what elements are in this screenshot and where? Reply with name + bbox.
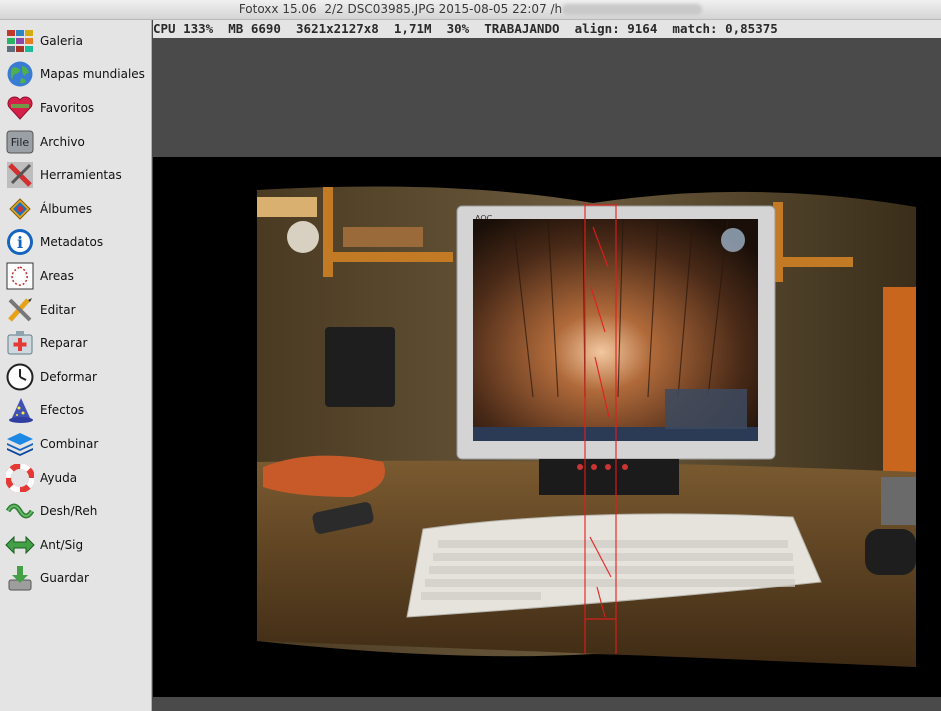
menu-label: Deformar	[40, 369, 97, 384]
svg-text:File: File	[11, 136, 30, 149]
bottom-strip	[153, 697, 941, 711]
albums-icon	[5, 195, 35, 223]
menu-label: Reparar	[40, 336, 88, 351]
status-bar: CPU 133% MB 6690 3621x2127x8 1,71M 30% T…	[153, 20, 941, 38]
menu-item-areas[interactable]: Areas	[0, 259, 151, 293]
file-icon: File	[5, 128, 35, 156]
blurred-path	[562, 4, 703, 15]
menu-item-desh-reh[interactable]: Desh/Reh	[0, 494, 151, 528]
window-title-file: 2/2 DSC03985.JPG 2015-08-05 22:07 /h	[324, 2, 563, 16]
lifebuoy-icon	[5, 463, 35, 492]
menu-item-galeria[interactable]: Galeria	[0, 24, 151, 58]
menu-label: Areas	[40, 268, 74, 283]
menu-label: Editar	[40, 302, 76, 317]
heart-icon	[5, 94, 35, 122]
sidebar-menu: Galeria Mapas mundiales Favoritos File A…	[0, 20, 152, 711]
status-dimensions: 3621x2127x8	[296, 21, 379, 36]
menu-label: Galeria	[40, 33, 83, 48]
status-mb: MB 6690	[228, 21, 281, 36]
menu-item-ant-sig[interactable]: Ant/Sig	[0, 528, 151, 562]
svg-text:i: i	[17, 233, 23, 252]
menu-label: Ayuda	[40, 470, 78, 485]
globe-icon	[5, 60, 35, 88]
menu-label: Combinar	[40, 436, 99, 451]
status-zoom: 30%	[446, 21, 470, 36]
menu-item-combinar[interactable]: Combinar	[0, 427, 151, 461]
menu-item-mapas[interactable]: Mapas mundiales	[0, 58, 151, 92]
layers-icon	[5, 430, 35, 458]
area-select-icon	[5, 262, 35, 290]
menu-item-reparar[interactable]: Reparar	[0, 326, 151, 360]
wizard-hat-icon	[5, 396, 35, 424]
menu-label: Herramientas	[40, 168, 122, 183]
menu-label: Favoritos	[40, 100, 95, 115]
gallery-icon	[5, 27, 35, 55]
window-title-app: Fotoxx 15.06	[238, 2, 317, 16]
menu-label: Álbumes	[40, 201, 93, 216]
menu-item-efectos[interactable]: Efectos	[0, 394, 151, 428]
menu-item-albumes[interactable]: Álbumes	[0, 192, 151, 226]
menu-label: Desh/Reh	[40, 504, 98, 519]
undo-redo-icon	[5, 497, 35, 525]
menu-item-favoritos[interactable]: Favoritos	[0, 91, 151, 125]
status-match: match: 0,85375	[672, 21, 778, 36]
menu-label: Metadatos	[40, 235, 104, 250]
tools-icon	[5, 161, 35, 189]
menu-item-deformar[interactable]: Deformar	[0, 360, 151, 394]
info-icon: i	[5, 228, 35, 256]
status-size: 1,71M	[393, 21, 432, 36]
stitched-photo[interactable]: AOC	[153, 157, 941, 697]
repair-icon	[5, 329, 35, 357]
menu-label: Efectos	[40, 403, 85, 418]
menu-label: Ant/Sig	[40, 537, 84, 552]
image-canvas[interactable]: AOC	[153, 157, 941, 697]
menu-item-editar[interactable]: Editar	[0, 293, 151, 327]
menu-item-archivo[interactable]: File Archivo	[0, 125, 151, 159]
menu-item-ayuda[interactable]: Ayuda	[0, 461, 151, 495]
menu-item-metadatos[interactable]: i Metadatos	[0, 226, 151, 260]
status-state: TRABAJANDO	[484, 21, 560, 36]
menu-label: Mapas mundiales	[40, 67, 145, 82]
status-align: align: 9164	[574, 21, 658, 36]
window-title-bar: Fotoxx 15.06 2/2 DSC03985.JPG 2015-08-05…	[0, 0, 941, 20]
clock-icon	[5, 363, 35, 391]
status-cpu: CPU 133%	[153, 21, 214, 36]
menu-item-herramientas[interactable]: Herramientas	[0, 158, 151, 192]
save-icon	[5, 564, 35, 592]
menu-label: Guardar	[40, 571, 89, 586]
menu-item-guardar[interactable]: Guardar	[0, 562, 151, 596]
menu-label: Archivo	[40, 134, 85, 149]
prev-next-icon	[5, 531, 35, 559]
edit-icon	[5, 296, 35, 324]
image-work-area[interactable]: AOC	[153, 38, 941, 697]
